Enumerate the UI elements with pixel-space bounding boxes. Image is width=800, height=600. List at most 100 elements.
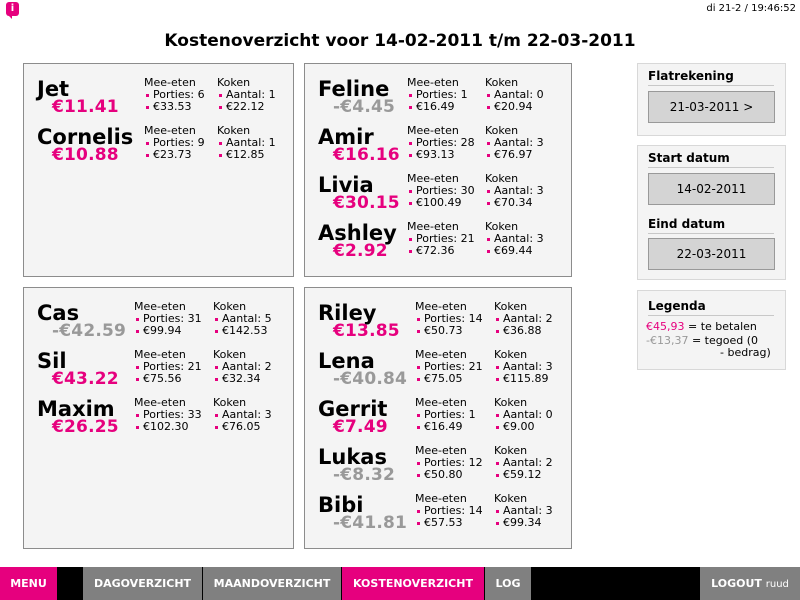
person-balance: €30.15 [333, 193, 400, 213]
flatrekening-box: Flatrekening 21-03-2011 > [637, 63, 786, 136]
meeeten-column: Mee-eten Porties: 21 €72.36 [407, 221, 475, 257]
koken-amount: €36.88 [494, 325, 553, 337]
meeeten-column: Mee-eten Porties: 9 €23.73 [144, 125, 205, 161]
aantal-value: 2 [545, 312, 553, 325]
porties-value: 21 [187, 360, 202, 373]
koken-amount: €22.12 [217, 101, 276, 113]
legend-negative-text-2: - bedrag) [720, 346, 771, 359]
meeeten-amount: €75.05 [415, 373, 483, 385]
nav-logout[interactable]: LOGOUT ruud [700, 567, 800, 600]
person-balance: -€40.84 [333, 369, 408, 389]
porties-value: 28 [460, 136, 475, 149]
meeeten-amount: €102.30 [134, 421, 202, 433]
person-row: Cornelis €10.88 Mee-eten Porties: 9 €23.73 Ko… [24, 124, 293, 172]
koken-column: Koken Aantal: 3 €76.05 [213, 397, 272, 433]
koken-column: Koken Aantal: 1 €12.85 [217, 125, 276, 161]
person-row: Livia €30.15 Mee-eten Porties: 30 €100.49 Kok… [305, 172, 571, 220]
aantal-value: 3 [536, 136, 544, 149]
meeeten-column: Mee-eten Porties: 31 €99.94 [134, 301, 202, 337]
meeeten-amount: €16.49 [407, 101, 468, 113]
koken-column: Koken Aantal: 2 €59.12 [494, 445, 553, 481]
koken-amount: €142.53 [213, 325, 272, 337]
legend-positive-example: €45,93 [646, 320, 685, 333]
porties-value: 14 [468, 312, 483, 325]
porties-value: 1 [460, 88, 468, 101]
person-balance: -€8.32 [333, 465, 396, 485]
person-balance: €16.16 [333, 145, 400, 165]
meeeten-amount: €16.49 [415, 421, 476, 433]
meeeten-amount: €100.49 [407, 197, 475, 209]
group-panel-1: Jet €11.41 Mee-eten Porties: 6 €33.53 Koken Aa… [23, 63, 294, 277]
group-panel-3: Cas -€42.59 Mee-eten Porties: 31 €99.94 Koken… [23, 287, 294, 549]
aantal-value: 0 [545, 408, 553, 421]
nav-maandoverzicht[interactable]: MAANDOVERZICHT [203, 567, 341, 600]
person-row: Amir €16.16 Mee-eten Porties: 28 €93.13 Koken… [305, 124, 571, 172]
person-row: Sil €43.22 Mee-eten Porties: 21 €75.56 Koken A… [24, 348, 293, 396]
koken-column: Koken Aantal: 2 €32.34 [213, 349, 272, 385]
meeeten-amount: €50.73 [415, 325, 483, 337]
porties-value: 6 [197, 88, 205, 101]
meeeten-amount: €50.80 [415, 469, 483, 481]
porties-value: 9 [197, 136, 205, 149]
start-date-title: Start datum [648, 151, 730, 165]
aantal-value: 3 [264, 408, 272, 421]
person-balance: -€4.45 [333, 97, 396, 117]
person-balance: €10.88 [52, 145, 119, 165]
legend-positive-text: = te betalen [688, 320, 757, 333]
group-panel-4: Riley €13.85 Mee-eten Porties: 14 €50.73 Koke… [304, 287, 572, 549]
koken-column: Koken Aantal: 1 €22.12 [217, 77, 276, 113]
person-balance: -€42.59 [52, 321, 127, 341]
aantal-value: 0 [536, 88, 544, 101]
divider [648, 85, 774, 86]
person-row: Cas -€42.59 Mee-eten Porties: 31 €99.94 Koken… [24, 300, 293, 348]
meeeten-column: Mee-eten Porties: 33 €102.30 [134, 397, 202, 433]
page-title: Kostenoverzicht voor 14-02-2011 t/m 22-0… [164, 31, 636, 51]
flatrekening-date-button[interactable]: 21-03-2011 > [648, 91, 775, 123]
top-bar: i di 21-2 / 19:46:52 [0, 0, 800, 19]
nav-kostenoverzicht[interactable]: KOSTENOVERZICHT [342, 567, 484, 600]
person-balance: €11.41 [52, 97, 119, 117]
nav-log[interactable]: LOG [485, 567, 531, 600]
flatrekening-title: Flatrekening [648, 69, 734, 83]
person-row: Riley €13.85 Mee-eten Porties: 14 €50.73 Koke… [305, 300, 571, 348]
start-date-button[interactable]: 14-02-2011 [648, 173, 775, 205]
koken-amount: €76.05 [213, 421, 272, 433]
porties-value: 21 [460, 232, 475, 245]
koken-column: Koken Aantal: 3 €76.97 [485, 125, 544, 161]
koken-column: Koken Aantal: 0 €9.00 [494, 397, 553, 433]
aantal-value: 1 [268, 88, 276, 101]
koken-column: Koken Aantal: 3 €115.89 [494, 349, 553, 385]
person-balance: €26.25 [52, 417, 119, 437]
porties-value: 33 [187, 408, 202, 421]
person-row: Jet €11.41 Mee-eten Porties: 6 €33.53 Koken Aa… [24, 76, 293, 124]
meeeten-column: Mee-eten Porties: 1 €16.49 [415, 397, 476, 433]
aantal-value: 1 [268, 136, 276, 149]
porties-value: 12 [468, 456, 483, 469]
koken-amount: €59.12 [494, 469, 553, 481]
koken-amount: €9.00 [494, 421, 553, 433]
koken-amount: €70.34 [485, 197, 544, 209]
koken-column: Koken Aantal: 3 €70.34 [485, 173, 544, 209]
meeeten-column: Mee-eten Porties: 14 €50.73 [415, 301, 483, 337]
end-date-button[interactable]: 22-03-2011 [648, 238, 775, 270]
end-date-title: Eind datum [648, 217, 726, 231]
nav-dagoverzicht[interactable]: DAGOVERZICHT [83, 567, 202, 600]
person-balance: €43.22 [52, 369, 119, 389]
info-logo-icon[interactable]: i [6, 2, 19, 19]
meeeten-amount: €23.73 [144, 149, 205, 161]
aantal-value: 3 [545, 504, 553, 517]
meeeten-amount: €93.13 [407, 149, 475, 161]
person-row: Lena -€40.84 Mee-eten Porties: 21 €75.05 Koke… [305, 348, 571, 396]
meeeten-amount: €99.94 [134, 325, 202, 337]
meeeten-amount: €75.56 [134, 373, 202, 385]
koken-amount: €69.44 [485, 245, 544, 257]
person-row: Lukas -€8.32 Mee-eten Porties: 12 €50.80 Koke… [305, 444, 571, 492]
person-balance: €7.49 [333, 417, 388, 437]
meeeten-column: Mee-eten Porties: 21 €75.05 [415, 349, 483, 385]
logout-label: LOGOUT [711, 577, 762, 590]
nav-menu[interactable]: MENU [0, 567, 57, 600]
date-range-box: Start datum 14-02-2011 Eind datum 22-03-… [637, 145, 786, 280]
meeeten-amount: €57.53 [415, 517, 483, 529]
porties-value: 1 [468, 408, 476, 421]
meeeten-column: Mee-eten Porties: 12 €50.80 [415, 445, 483, 481]
